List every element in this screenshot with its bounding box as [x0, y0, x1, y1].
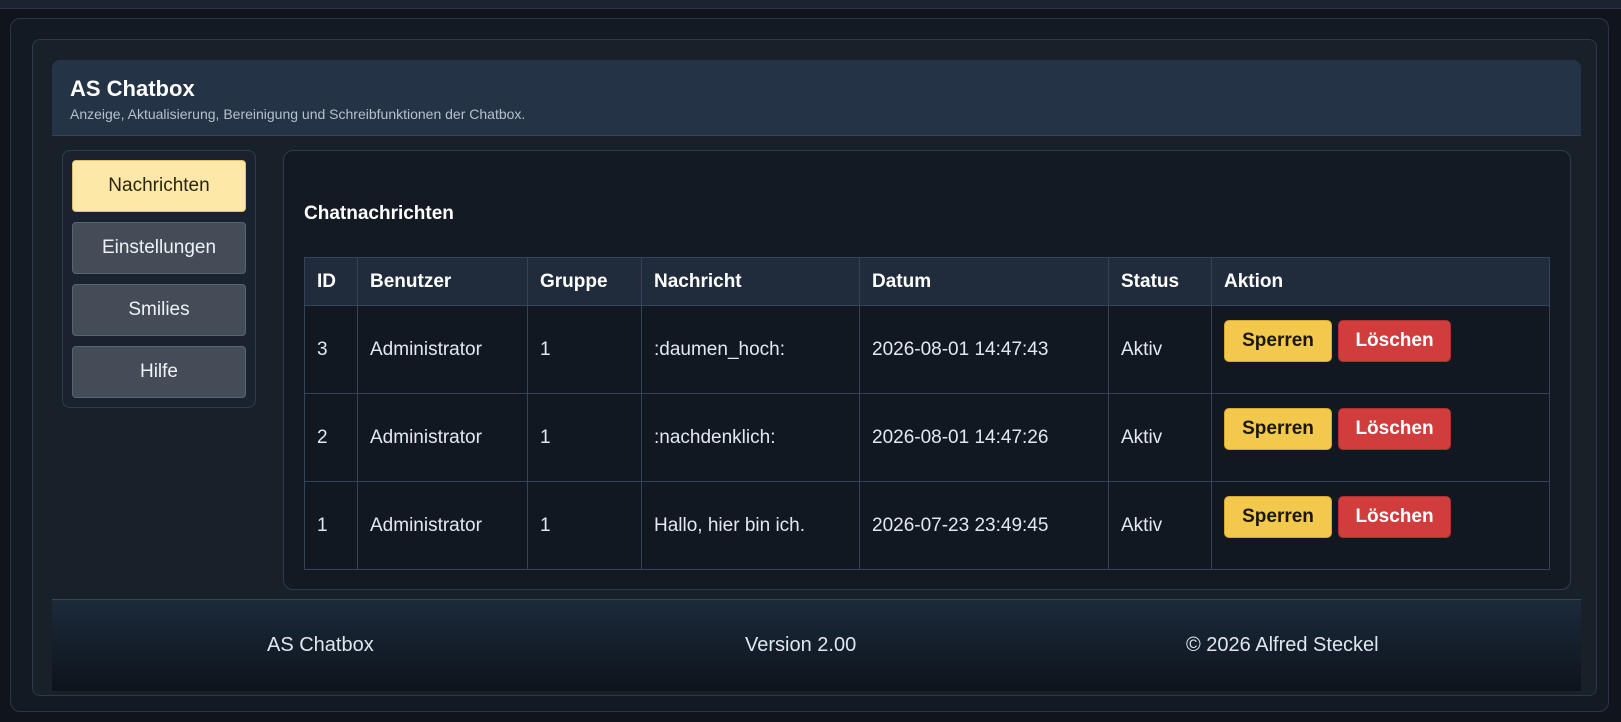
delete-button[interactable]: Löschen	[1338, 319, 1451, 362]
cell-status: Aktiv	[1108, 481, 1212, 570]
cell-date: 2026-08-01 14:47:43	[859, 305, 1109, 394]
lock-button[interactable]: Sperren	[1224, 319, 1332, 362]
sidebar-item-nachrichten[interactable]: Nachrichten	[72, 160, 246, 212]
delete-button[interactable]: Löschen	[1338, 495, 1451, 538]
column-header-message: Nachricht	[641, 257, 860, 306]
cell-group: 1	[527, 481, 642, 570]
cell-status: Aktiv	[1108, 393, 1212, 482]
cell-group: 1	[527, 393, 642, 482]
cell-group: 1	[527, 305, 642, 394]
cell-message: :daumen_hoch:	[641, 305, 860, 394]
main-content: Chatnachrichten ID Benutzer Gruppe Nachr…	[283, 150, 1571, 590]
sidebar-nav: Nachrichten Einstellungen Smilies Hilfe	[62, 150, 256, 408]
cell-id: 2	[304, 393, 358, 482]
lock-button[interactable]: Sperren	[1224, 495, 1332, 538]
column-header-status: Status	[1108, 257, 1212, 306]
cell-actions: Sperren Löschen	[1211, 305, 1550, 394]
cell-user: Administrator	[357, 305, 528, 394]
lock-button[interactable]: Sperren	[1224, 407, 1332, 450]
cell-user: Administrator	[357, 393, 528, 482]
page-subtitle: Anzeige, Aktualisierung, Bereinigung und…	[70, 106, 526, 122]
cell-message: :nachdenklich:	[641, 393, 860, 482]
cell-user: Administrator	[357, 481, 528, 570]
column-header-action: Aktion	[1211, 257, 1550, 306]
table-header-row: ID Benutzer Gruppe Nachricht Datum Statu…	[304, 257, 1550, 306]
sidebar-item-einstellungen[interactable]: Einstellungen	[72, 222, 246, 274]
delete-button[interactable]: Löschen	[1338, 407, 1451, 450]
page-title: AS Chatbox	[70, 76, 195, 101]
cell-id: 1	[304, 481, 358, 570]
column-header-date: Datum	[859, 257, 1109, 306]
table-row: 1 Administrator 1 Hallo, hier bin ich. 2…	[304, 481, 1550, 570]
cell-id: 3	[304, 305, 358, 394]
cell-date: 2026-08-01 14:47:26	[859, 393, 1109, 482]
footer-app-name: AS Chatbox	[267, 634, 374, 656]
page-header: AS Chatbox Anzeige, Aktualisierung, Bere…	[52, 60, 1581, 136]
cell-date: 2026-07-23 23:49:45	[859, 481, 1109, 570]
column-header-user: Benutzer	[357, 257, 528, 306]
footer-copyright: © 2026 Alfred Steckel	[1186, 634, 1379, 656]
cell-message: Hallo, hier bin ich.	[641, 481, 860, 570]
table-row: 2 Administrator 1 :nachdenklich: 2026-08…	[304, 393, 1550, 482]
messages-table: ID Benutzer Gruppe Nachricht Datum Statu…	[304, 257, 1550, 570]
column-header-id: ID	[304, 257, 358, 306]
cell-actions: Sperren Löschen	[1211, 393, 1550, 482]
top-bar	[0, 0, 1621, 9]
column-header-group: Gruppe	[527, 257, 642, 306]
page-footer: AS Chatbox Version 2.00 © 2026 Alfred St…	[52, 599, 1581, 691]
section-title: Chatnachrichten	[304, 203, 454, 224]
sidebar-item-hilfe[interactable]: Hilfe	[72, 346, 246, 398]
footer-version: Version 2.00	[745, 634, 857, 656]
cell-actions: Sperren Löschen	[1211, 481, 1550, 570]
cell-status: Aktiv	[1108, 305, 1212, 394]
table-row: 3 Administrator 1 :daumen_hoch: 2026-08-…	[304, 305, 1550, 394]
sidebar-item-smilies[interactable]: Smilies	[72, 284, 246, 336]
